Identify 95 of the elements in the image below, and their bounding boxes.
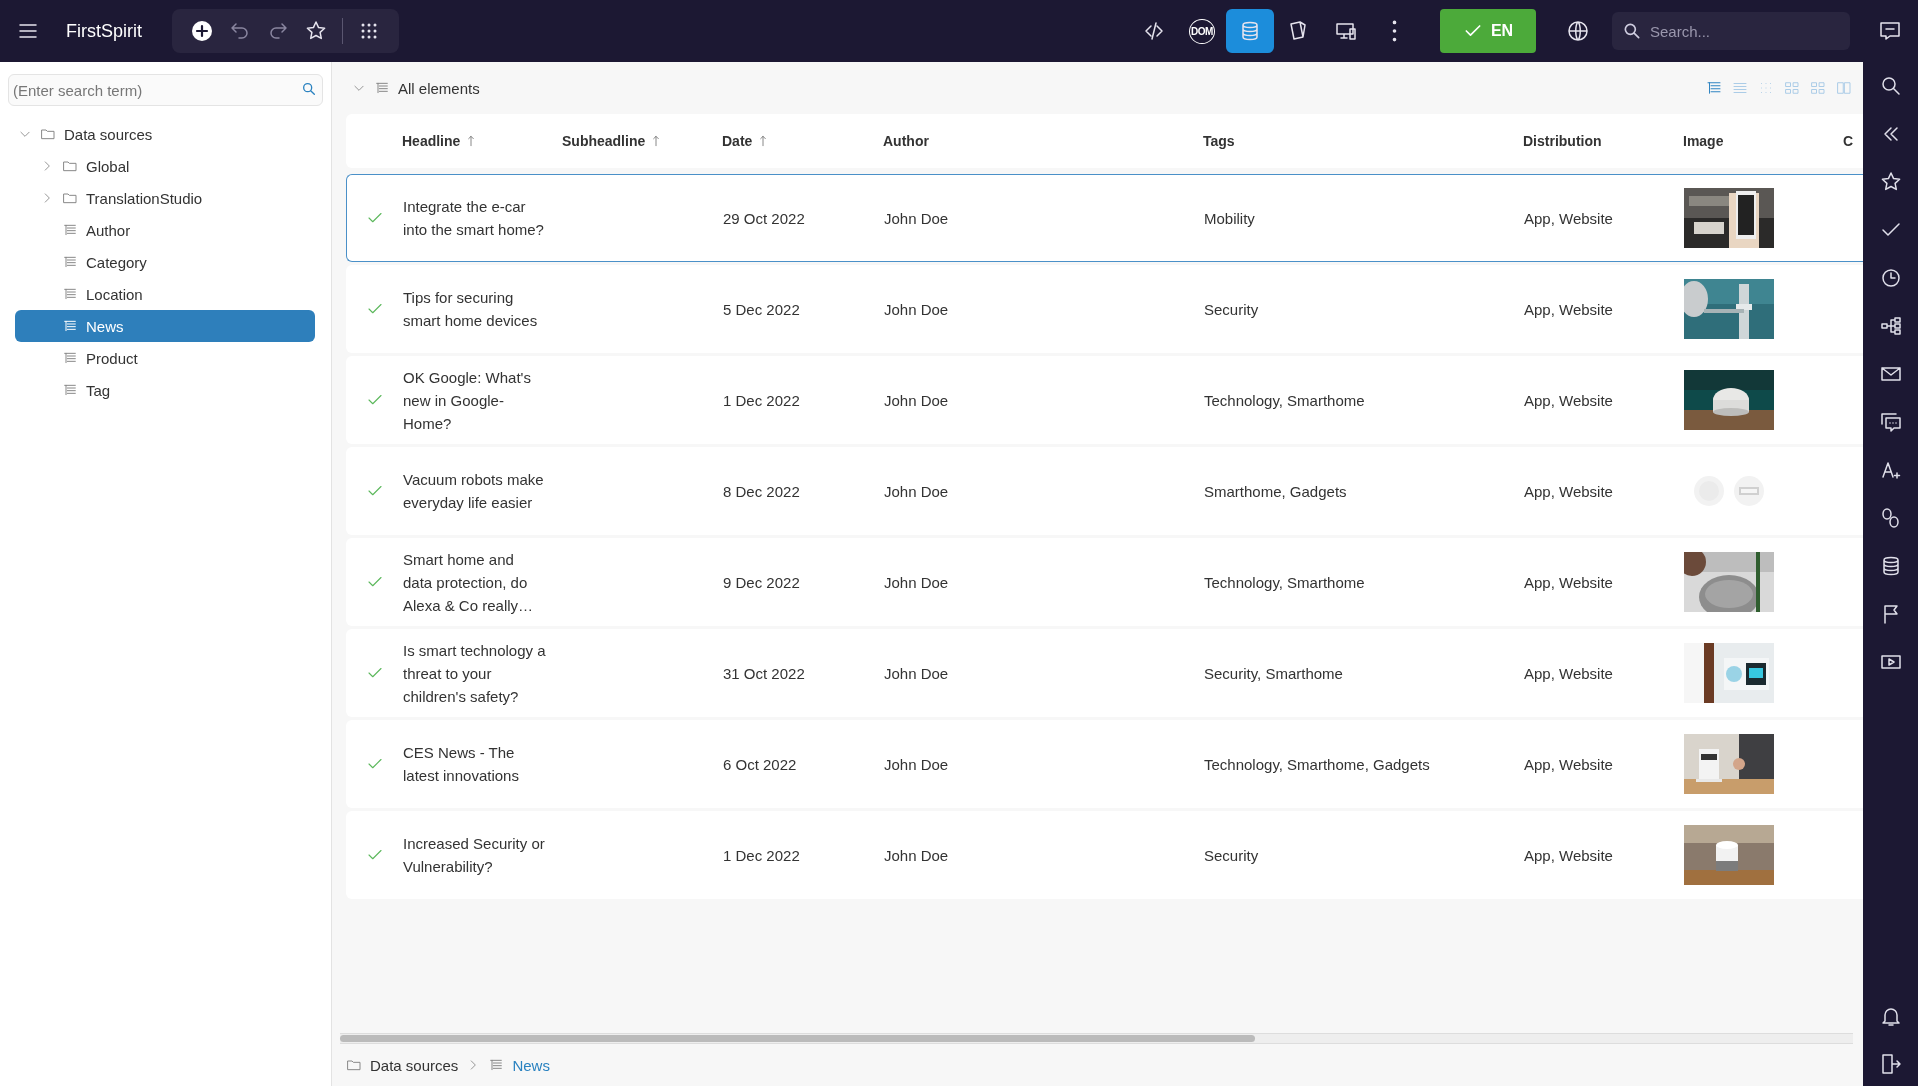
table-cell-text: Security, Smarthome — [1204, 664, 1344, 682]
tree-item[interactable]: News — [15, 310, 315, 342]
table-cell-text: John Doe — [884, 300, 950, 318]
table-cell-text: App, Website — [1524, 573, 1614, 591]
table-icon — [374, 80, 390, 96]
search-field[interactable]: Search... — [1612, 12, 1850, 50]
chat-icon[interactable] — [1878, 19, 1902, 43]
breadcrumb-link[interactable]: News — [512, 1056, 550, 1074]
table-row[interactable]: OK Google: What's new in Google-Home? 1 Dec 2022 John Doe Technology, Smarthome App, Website — [346, 356, 1863, 444]
table-cell-text: Vacuum robots make everyday life easier — [403, 470, 545, 513]
tree-item[interactable]: Global — [8, 150, 315, 182]
tree-item[interactable]: Author — [8, 214, 315, 246]
column-header[interactable]: Date — [722, 133, 753, 149]
table-cell-text: 9 Dec 2022 — [723, 573, 801, 591]
database-button[interactable] — [1226, 9, 1274, 53]
app-title: FirstSpirit — [66, 20, 142, 42]
table-cell-text: Tips for securing smart home devices — [403, 288, 539, 331]
table-cell-text: John Doe — [884, 482, 950, 500]
table-cell-text: John Doe — [884, 846, 950, 864]
table-cell-text: 8 Dec 2022 — [723, 482, 801, 500]
table-cell-text: Increased Security or Vulnerability? — [403, 834, 546, 877]
table-row[interactable]: Vacuum robots make everyday life easier 8 Dec 2022 John Doe Smarthome, Gadgets App, Website — [346, 447, 1863, 535]
table-cell-text: 1 Dec 2022 — [723, 391, 801, 409]
table-cell-text: Integrate the e-car into the smart home? — [403, 197, 545, 240]
tree-item[interactable]: Product — [8, 342, 315, 374]
folder-icon — [62, 158, 78, 174]
breadcrumb-link[interactable]: Data sources — [370, 1056, 459, 1074]
tree-item[interactable]: Tag — [8, 374, 315, 406]
table-row[interactable]: Increased Security or Vulnerability? 1 Dec 2022 John Doe Security App, Website — [346, 811, 1863, 899]
tree-item[interactable]: TranslationStudio — [8, 182, 315, 214]
tree-item[interactable]: Data sources — [8, 118, 315, 150]
table-cell-text: Technology, Smarthome — [1204, 391, 1366, 409]
hierarchy-icon[interactable] — [1878, 314, 1903, 338]
view-mode-icon[interactable] — [1705, 79, 1723, 97]
column-header[interactable]: Author — [883, 133, 929, 149]
folder-icon — [62, 190, 78, 206]
table-cell-text: Security — [1204, 300, 1260, 318]
table-cell-text: OK Google: What's new in Google-Home? — [403, 367, 532, 434]
search-icon — [301, 81, 317, 97]
table-icon — [62, 382, 78, 398]
table-cell-text: App, Website — [1524, 209, 1614, 227]
table-cell-text: John Doe — [884, 755, 950, 773]
table-cell-text: App, Website — [1524, 846, 1614, 864]
chat-icon[interactable] — [1878, 410, 1903, 434]
table-icon — [62, 350, 78, 366]
table-cell-text: Security — [1204, 846, 1260, 864]
dom-button[interactable]: DOM — [1178, 9, 1226, 53]
table-cell-text: Technology, Smarthome, Gadgets — [1204, 755, 1431, 773]
table-cell-text: 31 Oct 2022 — [723, 664, 806, 682]
table-icon — [62, 254, 78, 270]
table-cell-text: App, Website — [1524, 300, 1614, 318]
table-cell-text: John Doe — [884, 209, 950, 227]
table-cell-text: App, Website — [1524, 391, 1614, 409]
table-cell-text: 1 Dec 2022 — [723, 846, 801, 864]
table-icon — [62, 318, 78, 334]
globe-icon[interactable] — [1566, 19, 1590, 43]
table-cell-text: 5 Dec 2022 — [723, 300, 801, 318]
table-cell-text: Mobility — [1204, 209, 1256, 227]
table-icon — [488, 1057, 505, 1073]
folder-icon — [40, 126, 56, 142]
column-header[interactable]: Subheadline — [562, 133, 646, 149]
column-header[interactable]: Headline — [402, 133, 461, 149]
table-cell-text: John Doe — [884, 391, 950, 409]
table-cell-text: Smart home and data protection, do Alexa & Co really… — [403, 549, 535, 616]
table-row[interactable]: Tips for securing smart home devices 5 Dec 2022 John Doe Security App, Website — [346, 265, 1863, 353]
more-icon — [1391, 20, 1397, 42]
tree-item[interactable]: Location — [8, 278, 315, 310]
table-cell-text: Technology, Smarthome — [1204, 573, 1366, 591]
column-header[interactable]: Tags — [1203, 133, 1235, 149]
column-header[interactable]: Distribution — [1523, 133, 1602, 149]
list-title: All elements — [398, 79, 480, 97]
table-cell-text: App, Website — [1524, 755, 1614, 773]
table-cell-text: Smarthome, Gadgets — [1204, 482, 1348, 500]
table-row[interactable]: Smart home and data protection, do Alexa & Co really… 9 Dec 2022 John Doe Technology, Smarthome App, Website — [346, 538, 1863, 626]
tree-item[interactable]: Category — [8, 246, 315, 278]
table-cell-text: John Doe — [884, 664, 950, 682]
column-header[interactable]: C — [1843, 133, 1854, 149]
folder-icon — [346, 1057, 362, 1073]
table-cell-text: 6 Oct 2022 — [723, 755, 798, 773]
table-cell-text: App, Website — [1524, 482, 1614, 500]
search-field[interactable]: (Enter search term) — [8, 74, 323, 106]
code-icon — [1142, 19, 1166, 43]
table-cell-text: CES News - The latest innovations — [403, 743, 520, 786]
table-cell-text: 29 Oct 2022 — [723, 209, 806, 227]
table-icon — [62, 286, 78, 302]
table-row[interactable]: CES News - The latest innovations 6 Oct 2022 John Doe Technology, Smarthome, Gadgets App, Website — [346, 720, 1863, 808]
column-header[interactable]: Image — [1683, 133, 1724, 149]
plus-circle-icon[interactable] — [190, 19, 214, 43]
table-icon — [62, 222, 78, 238]
table-row[interactable]: Integrate the e-car into the smart home? 29 Oct 2022 John Doe Mobility App, Website — [346, 174, 1863, 262]
table-cell-text: John Doe — [884, 573, 950, 591]
table-cell-text: App, Website — [1524, 664, 1614, 682]
scrollbar-thumb[interactable] — [340, 1035, 1255, 1042]
table-row[interactable]: Is smart technology a threat to your children's safety? 31 Oct 2022 John Doe Security, Smarthome App, Website — [346, 629, 1863, 717]
table-cell-text: Is smart technology a threat to your children's safety? — [403, 640, 547, 707]
